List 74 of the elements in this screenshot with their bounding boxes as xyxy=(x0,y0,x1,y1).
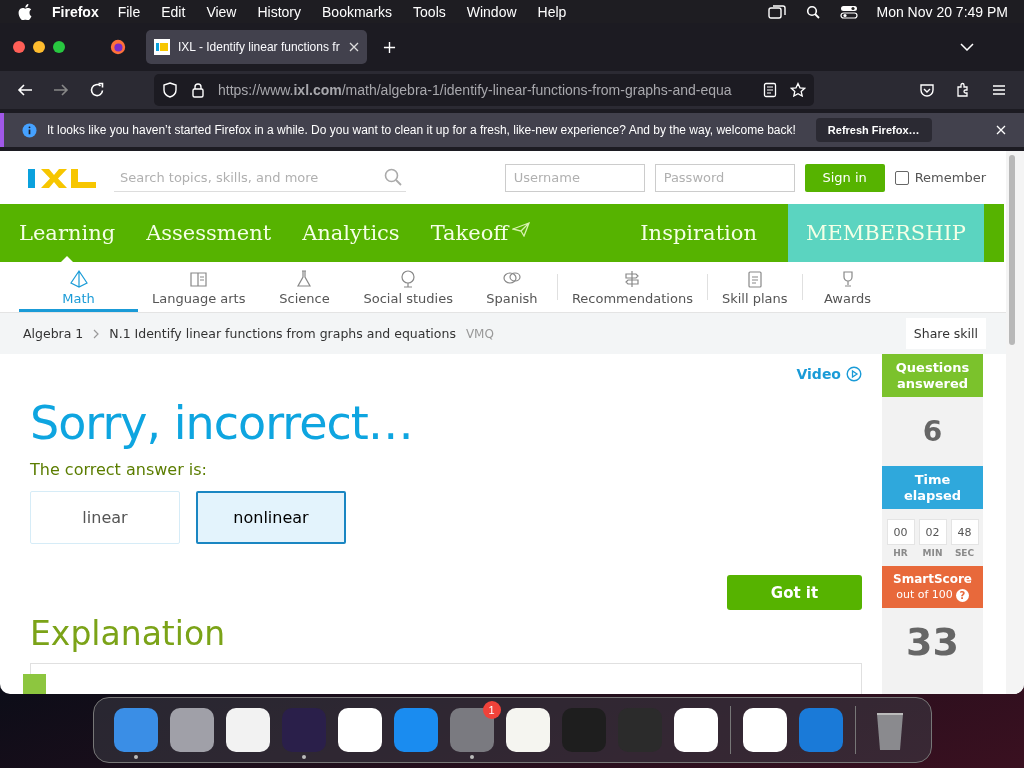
subject-tab[interactable]: Awards xyxy=(802,262,893,312)
menu-icon[interactable] xyxy=(991,82,1007,98)
ixl-favicon-icon xyxy=(154,39,170,55)
new-tab-icon[interactable] xyxy=(383,40,396,54)
paper-plane-icon xyxy=(512,221,531,237)
menu-item[interactable]: Edit xyxy=(161,3,186,20)
chevron-right-icon xyxy=(93,328,100,339)
clock[interactable]: Mon Nov 20 7:49 PM xyxy=(876,3,1008,20)
minimize-window-button[interactable] xyxy=(33,41,45,53)
breadcrumb-link[interactable]: Algebra 1 xyxy=(23,326,84,341)
pyramid-icon xyxy=(68,268,89,289)
breadcrumb-current: N.1 Identify linear functions from graphs and equations xyxy=(109,326,456,341)
close-window-button[interactable] xyxy=(13,41,25,53)
timer-unit: MIN xyxy=(922,548,943,558)
play-icon[interactable] xyxy=(846,366,862,382)
smartscore-value: 33 xyxy=(905,619,960,666)
extensions-icon[interactable] xyxy=(955,82,971,98)
notification-message: It looks like you haven’t started Firefox in a while. Do you want to clean it up for a fresh, like-new experience? And by the way, welcome back! xyxy=(47,123,796,137)
menu-item[interactable]: File xyxy=(117,3,141,20)
menu-app-name[interactable]: Firefox xyxy=(52,3,99,20)
remember-checkbox[interactable] xyxy=(894,170,909,185)
browser-tab[interactable]: IXL - Identify linear functions fr xyxy=(146,30,367,64)
shield-icon xyxy=(162,82,178,98)
menu-item[interactable]: History xyxy=(257,3,302,20)
username-field[interactable]: Username xyxy=(504,163,645,192)
questions-answered-label: Questions answered xyxy=(882,354,983,397)
subject-tab[interactable]: Social studies xyxy=(349,262,467,312)
menu-item[interactable]: Bookmarks xyxy=(322,3,393,20)
chevron-down-icon[interactable] xyxy=(960,43,974,51)
star-icon[interactable] xyxy=(790,82,806,98)
correct-answer-prompt: The correct answer is: xyxy=(30,460,208,479)
timer-unit: HR xyxy=(893,548,908,558)
close-icon[interactable] xyxy=(349,42,359,52)
apple-icon[interactable] xyxy=(18,3,32,20)
timer-unit: SEC xyxy=(954,548,975,558)
lock-icon xyxy=(190,82,206,98)
password-field[interactable]: Password xyxy=(654,163,795,192)
answer-choice: nonlinear xyxy=(196,491,346,544)
scrollbar-thumb[interactable] xyxy=(1009,155,1015,345)
explanation-heading: Explanation xyxy=(30,614,227,653)
reload-icon[interactable] xyxy=(89,82,105,98)
pocket-icon[interactable] xyxy=(919,82,935,98)
maximize-window-button[interactable] xyxy=(53,41,65,53)
notification-badge: 1 xyxy=(482,700,501,719)
subject-tab[interactable]: Recommendations xyxy=(557,262,707,312)
info-icon xyxy=(22,122,37,138)
menu-item[interactable]: Help xyxy=(537,3,567,20)
share-skill-button[interactable]: Share skill xyxy=(905,318,986,349)
forward-icon[interactable] xyxy=(53,82,69,98)
questions-answered-count: 6 xyxy=(921,414,944,450)
smartscore-subtitle: out of 100 xyxy=(896,587,953,603)
reader-view-icon[interactable] xyxy=(762,82,778,98)
subject-tab[interactable]: Science xyxy=(259,262,350,312)
timer-value: 48 xyxy=(950,519,979,545)
time-elapsed-label: Time elapsed xyxy=(882,466,983,509)
menu-item[interactable]: View xyxy=(206,3,237,20)
skill-code: VMQ xyxy=(465,326,494,341)
timer-value: 00 xyxy=(886,519,915,545)
menu-item[interactable]: Window xyxy=(466,3,517,20)
toggle-icon[interactable] xyxy=(840,4,859,19)
address-bar[interactable]: https://www.ixl.com/math/algebra-1/identify-linear-functions-from-graphs-and-equa xyxy=(154,74,814,106)
subject-tab[interactable]: Skill plans xyxy=(707,262,802,312)
menu-item[interactable]: Tools xyxy=(413,3,446,20)
bullet-square-icon xyxy=(23,674,46,694)
remember-label: Remember xyxy=(914,170,986,185)
feedback-heading: Sorry, incorrect… xyxy=(30,396,414,450)
refresh-firefox-button[interactable]: Refresh Firefox… xyxy=(815,118,932,142)
windows-icon[interactable] xyxy=(768,4,787,19)
subject-tab[interactable]: Spanish xyxy=(466,262,557,312)
answer-choice: linear xyxy=(30,491,180,544)
back-icon[interactable] xyxy=(17,82,33,98)
smartscore-label: SmartScore xyxy=(892,571,973,587)
subject-tab[interactable]: Language arts xyxy=(138,262,260,312)
timer-value: 02 xyxy=(918,519,947,545)
